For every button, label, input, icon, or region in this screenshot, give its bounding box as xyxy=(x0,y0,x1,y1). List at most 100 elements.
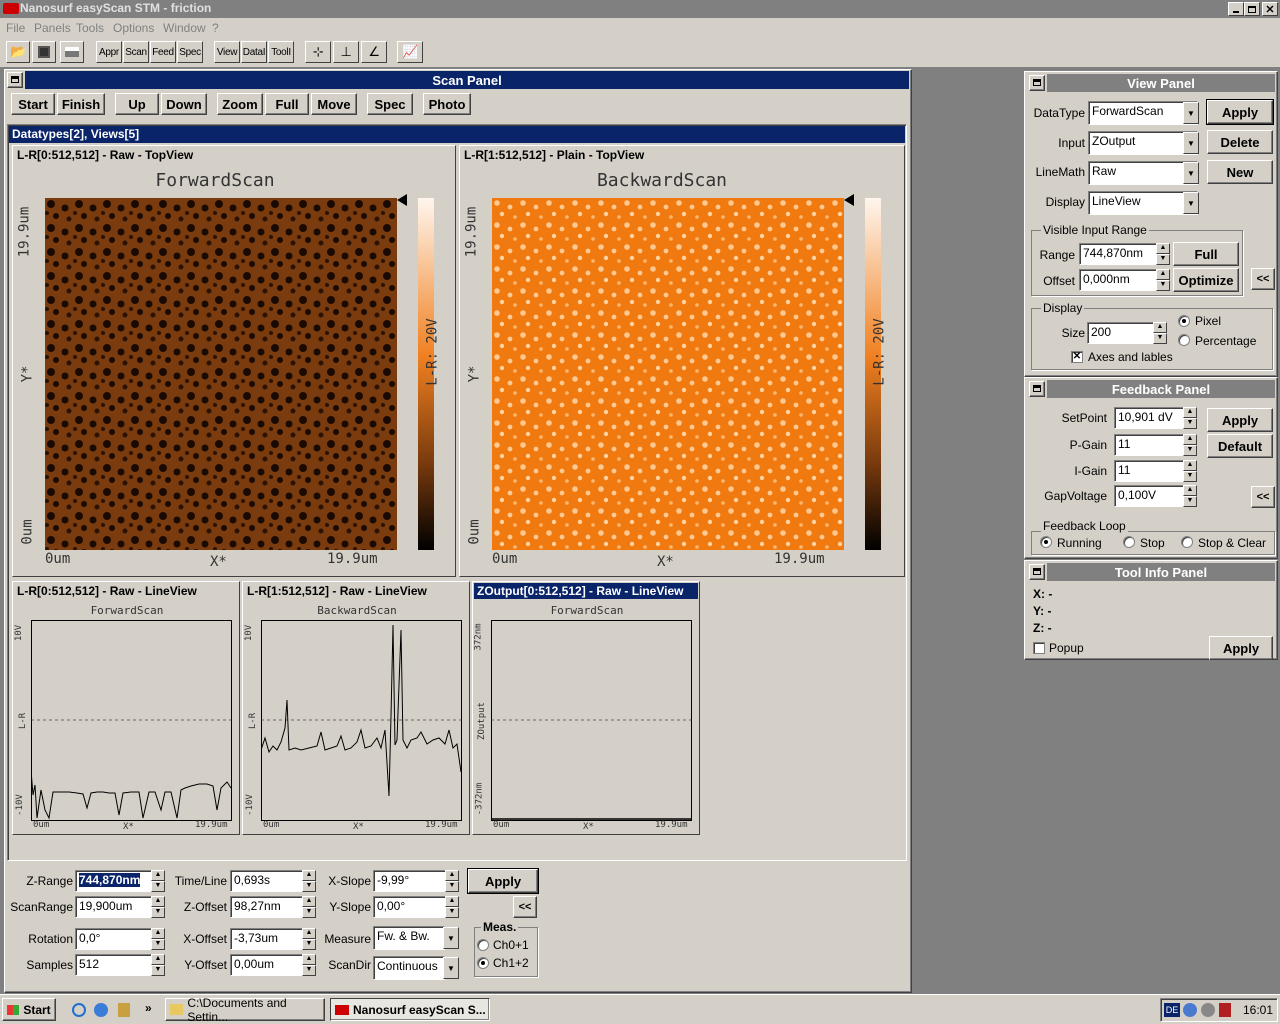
colorbar-marker-icon[interactable] xyxy=(397,194,407,206)
open-button[interactable]: 📂 xyxy=(6,41,30,63)
setpoint-spinner[interactable]: ▲ ▼ xyxy=(1183,407,1197,429)
forward-topview-image[interactable] xyxy=(45,198,397,550)
view-new-button[interactable]: New xyxy=(1207,160,1273,184)
input-dropdown-icon[interactable]: ▼ xyxy=(1183,132,1199,154)
panel-menu-icon[interactable] xyxy=(1029,381,1045,397)
scan-range-spinner[interactable]: ▲ ▼ xyxy=(151,896,165,918)
start-button[interactable]: Start xyxy=(11,93,55,115)
percentage-radio[interactable] xyxy=(1178,334,1190,346)
save-button[interactable] xyxy=(32,41,56,63)
toolbar-spec[interactable]: Spec xyxy=(177,41,203,63)
datatype-dropdown-icon[interactable]: ▼ xyxy=(1183,102,1199,124)
finish-button[interactable]: Finish xyxy=(57,93,105,115)
antivirus-icon[interactable] xyxy=(1219,1003,1231,1017)
y-slope-input[interactable]: 0,00° xyxy=(373,896,447,918)
panel-menu-icon[interactable] xyxy=(1029,564,1045,580)
minimize-button[interactable] xyxy=(1228,2,1244,16)
menu-window[interactable]: Window xyxy=(163,21,206,35)
toolbar-datai[interactable]: DataI xyxy=(241,41,267,63)
menu-options[interactable]: Options xyxy=(113,21,154,35)
offset-spinner[interactable]: ▲ ▼ xyxy=(1156,269,1170,291)
input-select[interactable]: ZOutput xyxy=(1088,131,1198,155)
zoutput-line-plot[interactable] xyxy=(491,620,693,822)
gap-voltage-spinner[interactable]: ▲ ▼ xyxy=(1183,485,1197,507)
samples-spinner[interactable]: ▲ ▼ xyxy=(151,954,165,976)
toolbar-tooli[interactable]: ToolI xyxy=(268,41,294,63)
y-offset-spinner[interactable]: ▲ ▼ xyxy=(302,954,316,976)
gap-voltage-input[interactable]: 0,100V xyxy=(1114,485,1184,507)
size-input[interactable]: 200 xyxy=(1087,322,1155,344)
toolbar-feed[interactable]: Feed xyxy=(150,41,176,63)
x-offset-spinner[interactable]: ▲ ▼ xyxy=(302,928,316,950)
z-offset-input[interactable]: 98,27nm xyxy=(230,896,304,918)
measure-angle-button[interactable]: ∠ xyxy=(361,41,387,63)
x-slope-spinner[interactable]: ▲ ▼ xyxy=(445,870,459,892)
params-apply-button[interactable]: Apply xyxy=(467,868,539,894)
toolbar-scan[interactable]: Scan xyxy=(123,41,149,63)
spec-button[interactable]: Spec xyxy=(367,93,413,115)
ie-icon[interactable] xyxy=(72,1003,86,1017)
restore-button[interactable] xyxy=(1244,2,1260,16)
down-button[interactable]: Down xyxy=(161,93,207,115)
backward-line-plot[interactable] xyxy=(261,620,463,822)
taskbar-task-explorer[interactable]: C:\Documents and Settin... xyxy=(165,996,325,1024)
quicklaunch-icon[interactable] xyxy=(118,1003,130,1017)
measure-select[interactable]: Fw. & Bw. xyxy=(373,926,445,950)
setpoint-input[interactable]: 10,901 dV xyxy=(1114,407,1184,429)
pgain-spinner[interactable]: ▲ ▼ xyxy=(1183,434,1197,456)
menu-panels[interactable]: Panels xyxy=(34,21,71,35)
menu-file[interactable]: File xyxy=(6,21,25,35)
popup-checkbox[interactable] xyxy=(1033,642,1045,654)
close-button[interactable]: ✕ xyxy=(1262,2,1278,16)
loop-stop-clear-radio[interactable] xyxy=(1181,536,1193,548)
up-button[interactable]: Up xyxy=(115,93,159,115)
z-range-spinner[interactable]: ▲ ▼ xyxy=(151,870,165,892)
taskbar-task-easyscan[interactable]: Nanosurf easyScan S... xyxy=(330,998,490,1021)
photo-button[interactable]: Photo xyxy=(423,93,471,115)
time-line-input[interactable]: 0,693s xyxy=(230,870,304,892)
loop-running-radio[interactable] xyxy=(1040,536,1052,548)
size-spinner[interactable]: ▲ ▼ xyxy=(1153,322,1167,344)
scandir-select[interactable]: Continuous xyxy=(373,956,445,980)
full-button[interactable]: Full xyxy=(265,93,309,115)
toolbar-appr[interactable]: Appr xyxy=(96,41,122,63)
view-collapse-button[interactable]: << xyxy=(1251,268,1275,290)
datatype-select[interactable]: ForwardScan xyxy=(1088,101,1198,125)
forward-line-plot[interactable] xyxy=(31,620,233,822)
range-full-button[interactable]: Full xyxy=(1173,242,1239,266)
igain-input[interactable]: 11 xyxy=(1114,460,1184,482)
rotation-input[interactable]: 0,0° xyxy=(75,928,153,950)
range-input[interactable]: 744,870nm xyxy=(1079,243,1159,265)
move-button[interactable]: Move xyxy=(311,93,357,115)
chart-button[interactable]: 📈 xyxy=(397,41,423,63)
quicklaunch-more-icon[interactable]: » xyxy=(145,1001,152,1015)
display-select[interactable]: LineView xyxy=(1088,191,1198,215)
linemath-dropdown-icon[interactable]: ▼ xyxy=(1183,162,1199,184)
panel-menu-icon[interactable] xyxy=(7,72,23,88)
network-icon[interactable] xyxy=(1183,1003,1197,1017)
z-range-input[interactable]: 744,870nm xyxy=(75,870,153,892)
outlook-icon[interactable] xyxy=(94,1003,108,1017)
x-slope-input[interactable]: -9,99° xyxy=(373,870,447,892)
y-offset-input[interactable]: 0,00um xyxy=(230,954,304,976)
zoom-button[interactable]: Zoom xyxy=(217,93,263,115)
x-offset-input[interactable]: -3,73um xyxy=(230,928,304,950)
tool-info-apply-button[interactable]: Apply xyxy=(1209,636,1273,660)
offset-input[interactable]: 0,000nm xyxy=(1079,269,1159,291)
print-button[interactable] xyxy=(60,41,84,63)
samples-input[interactable]: 512 xyxy=(75,954,153,976)
measure-height-button[interactable]: ⊥ xyxy=(333,41,359,63)
volume-icon[interactable] xyxy=(1201,1003,1215,1017)
measure-dropdown-icon[interactable]: ▼ xyxy=(443,927,459,949)
optimize-button[interactable]: Optimize xyxy=(1173,268,1239,292)
meas-ch01-radio[interactable] xyxy=(477,939,489,951)
view-apply-button[interactable]: Apply xyxy=(1206,99,1274,125)
params-collapse-button[interactable]: << xyxy=(513,896,537,918)
meas-ch12-radio[interactable] xyxy=(477,957,489,969)
rotation-spinner[interactable]: ▲ ▼ xyxy=(151,928,165,950)
scandir-dropdown-icon[interactable]: ▼ xyxy=(443,957,459,979)
z-offset-spinner[interactable]: ▲ ▼ xyxy=(302,896,316,918)
pgain-input[interactable]: 11 xyxy=(1114,434,1184,456)
pixel-radio[interactable] xyxy=(1178,315,1190,327)
menu-tools[interactable]: Tools xyxy=(76,21,104,35)
